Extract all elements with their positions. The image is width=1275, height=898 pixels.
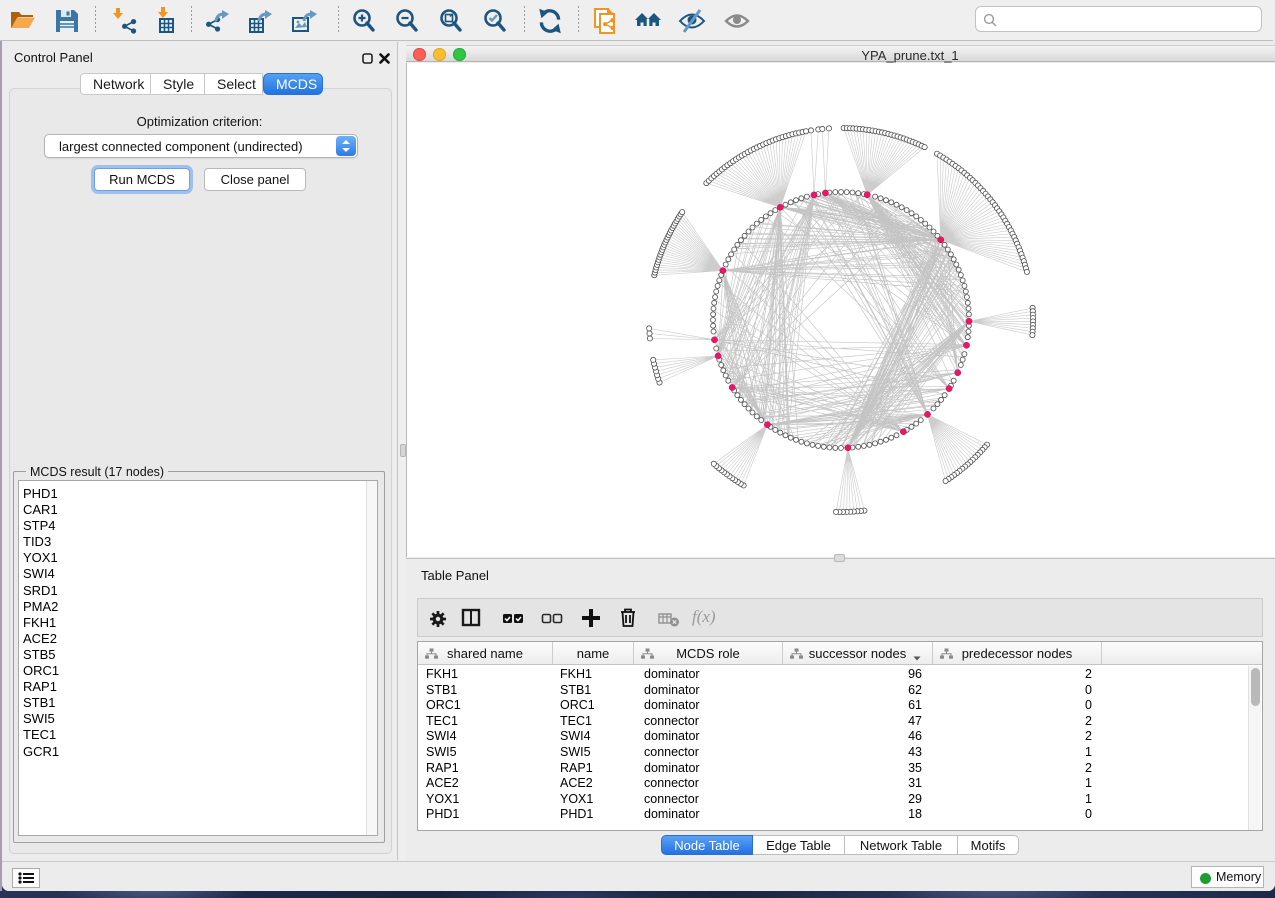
svg-text:f(x): f(x) <box>692 607 716 626</box>
